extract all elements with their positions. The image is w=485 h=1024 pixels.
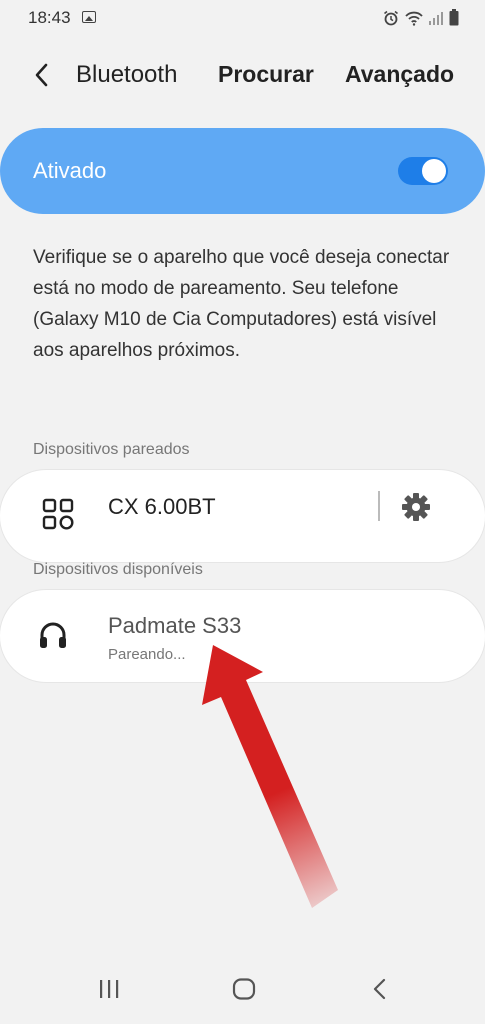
home-icon[interactable] [232,978,256,1000]
navigation-bar [0,964,485,1024]
annotation-arrow [202,645,338,908]
recent-apps-icon[interactable] [98,978,120,1000]
back-nav-icon[interactable] [370,978,390,1000]
